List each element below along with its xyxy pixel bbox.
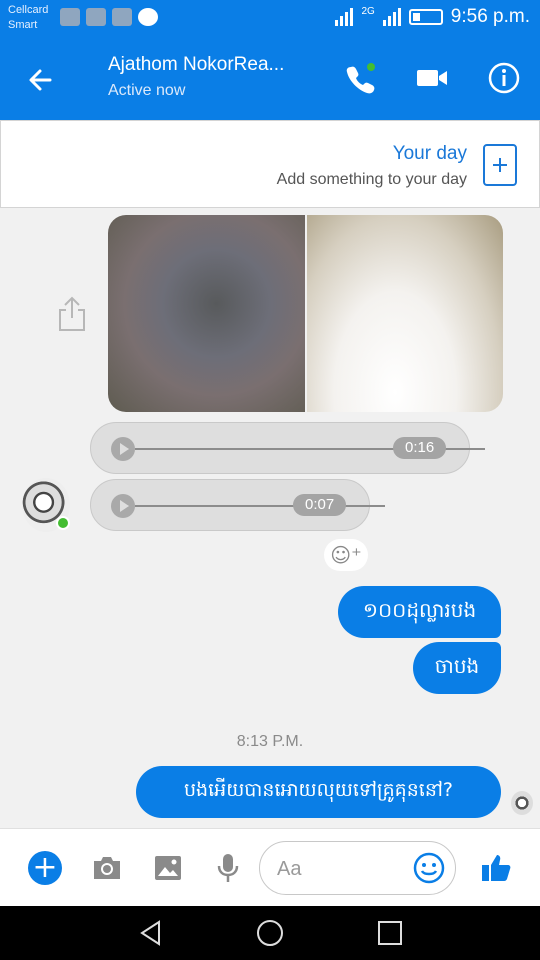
voice-message[interactable]: 0:16 <box>90 422 485 474</box>
add-reaction-icon[interactable]: ☺⁺ <box>324 539 368 571</box>
contact-name[interactable]: Ajathom NokorRea... <box>108 54 284 76</box>
active-status: Active now <box>108 82 186 99</box>
play-icon[interactable] <box>111 494 135 518</box>
voice-duration: 0:16 <box>393 437 447 459</box>
voice-message[interactable]: 0:07 <box>90 479 385 531</box>
battery-icon <box>408 9 443 25</box>
outgoing-message[interactable]: ចាបង <box>413 642 501 694</box>
messenger-notification-icon <box>138 8 158 26</box>
notification-photo-icon <box>112 8 132 26</box>
info-icon[interactable] <box>484 58 524 98</box>
outgoing-message[interactable]: បងអើយបានអោយលុយទៅគ្រូគុននៅ? <box>136 766 501 818</box>
message-input-placeholder: Aa <box>277 858 302 880</box>
thumbs-up-icon[interactable] <box>480 851 514 885</box>
emoji-icon[interactable] <box>413 852 445 884</box>
recents-square-icon[interactable] <box>374 917 406 949</box>
seen-avatar <box>511 791 533 815</box>
share-icon[interactable] <box>56 296 88 332</box>
gallery-icon[interactable] <box>151 851 185 885</box>
clock: 9:56 p.m. <box>450 6 530 27</box>
signal-icon <box>382 8 401 26</box>
your-day-subtitle: Add something to your day <box>276 171 467 188</box>
notification-app-icon <box>60 8 80 26</box>
back-arrow-icon[interactable] <box>22 60 62 100</box>
your-day-title: Your day <box>392 143 467 164</box>
shared-photo[interactable] <box>108 215 305 412</box>
online-indicator <box>56 516 70 530</box>
your-day-banner[interactable]: Your day Add something to your day <box>0 120 540 208</box>
signal-icon <box>335 8 354 26</box>
status-right: 2G 9:56 p.m. <box>335 6 530 28</box>
plus-icon[interactable]: + <box>28 851 62 885</box>
status-bar: Cellcard Smart 2G 9:56 p.m. <box>0 0 540 36</box>
back-triangle-icon[interactable] <box>135 917 167 949</box>
video-camera-icon[interactable] <box>412 58 452 98</box>
message-timestamp: 8:13 P.M. <box>236 733 304 750</box>
play-icon[interactable] <box>111 437 135 461</box>
audio-progress-track[interactable] <box>135 505 385 507</box>
carrier-secondary: Smart <box>8 19 38 31</box>
home-circle-icon[interactable] <box>254 917 286 949</box>
carrier-labels: Cellcard Smart <box>8 3 48 33</box>
voice-duration: 0:07 <box>293 494 347 516</box>
message-input[interactable]: Aa <box>259 841 456 895</box>
camera-icon[interactable] <box>90 851 124 885</box>
android-nav-bar <box>0 906 540 960</box>
phone-icon[interactable] <box>340 58 380 98</box>
add-story-icon[interactable] <box>483 144 517 186</box>
outgoing-message[interactable]: ១០០ដុល្លារបង <box>338 586 501 638</box>
notification-app-icon <box>86 8 106 26</box>
carrier-primary: Cellcard <box>8 4 49 16</box>
shared-photo[interactable] <box>307 215 503 412</box>
chat-header: Ajathom NokorRea... Active now <box>0 36 540 120</box>
notification-icons <box>60 8 158 26</box>
microphone-icon[interactable] <box>211 851 245 885</box>
message-composer: + Aa <box>0 828 540 906</box>
network-type: 2G <box>361 5 375 17</box>
